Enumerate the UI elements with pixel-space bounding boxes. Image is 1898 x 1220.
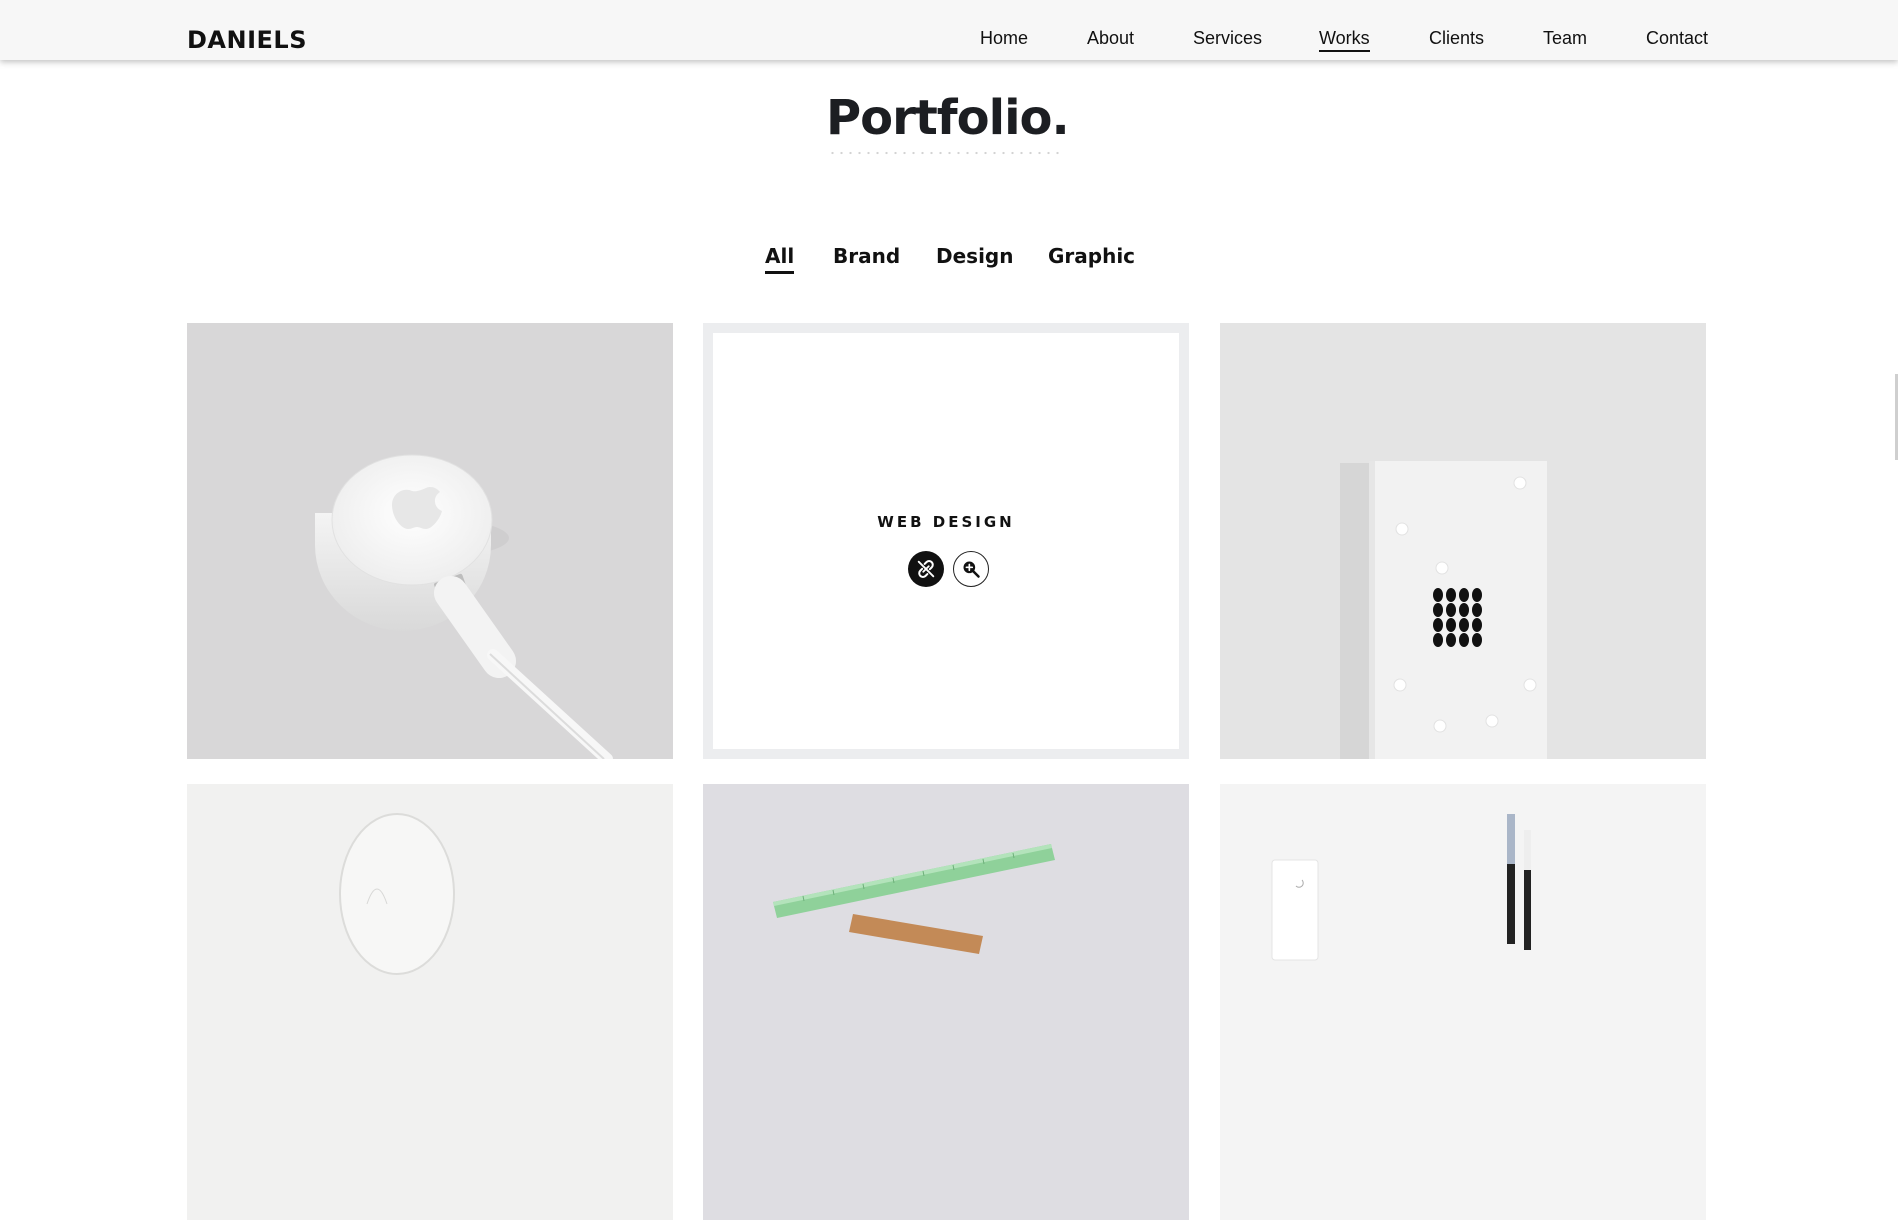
open-link-button[interactable] <box>908 551 944 587</box>
page-title: Portfolio. <box>826 90 1070 146</box>
nav-home[interactable]: Home <box>980 28 1028 49</box>
filter-design[interactable]: Design <box>936 244 1013 268</box>
section-heading: Portfolio. <box>826 88 1070 156</box>
nav-clients[interactable]: Clients <box>1429 28 1484 49</box>
portfolio-item-stationery[interactable] <box>1220 784 1706 1220</box>
nav-team[interactable]: Team <box>1543 28 1587 49</box>
item-overlay: WEB DESIGN <box>713 333 1179 749</box>
card-mockup-image <box>1340 461 1547 759</box>
portfolio-item-charger[interactable] <box>187 323 673 759</box>
portfolio-item-rulers[interactable] <box>703 784 1189 1220</box>
rulers-image <box>773 844 1055 954</box>
nav-services[interactable]: Services <box>1193 28 1262 49</box>
title-dotted-underline <box>828 150 1064 156</box>
zoom-button[interactable] <box>953 551 989 587</box>
stationery-image <box>1271 814 1531 961</box>
zoom-icon <box>963 561 980 578</box>
filter-all[interactable]: All <box>765 244 795 274</box>
charger-image <box>315 454 613 759</box>
filter-graphic[interactable]: Graphic <box>1048 244 1135 268</box>
light-bulb-image <box>339 813 455 975</box>
link-icon <box>917 560 935 578</box>
nav-works[interactable]: Works <box>1319 28 1370 52</box>
portfolio-item-card-mockup[interactable] <box>1220 323 1706 759</box>
nav-contact[interactable]: Contact <box>1646 28 1708 49</box>
site-header: DANIELS Home About Services Works Client… <box>0 0 1898 60</box>
site-logo[interactable]: DANIELS <box>187 26 307 54</box>
nav-about[interactable]: About <box>1087 28 1134 49</box>
portfolio-item-web-design[interactable]: WEB DESIGN <box>703 323 1189 759</box>
item-category: WEB DESIGN <box>877 513 1015 531</box>
portfolio-item-light-bulb[interactable] <box>187 784 673 1220</box>
filter-brand[interactable]: Brand <box>833 244 900 268</box>
